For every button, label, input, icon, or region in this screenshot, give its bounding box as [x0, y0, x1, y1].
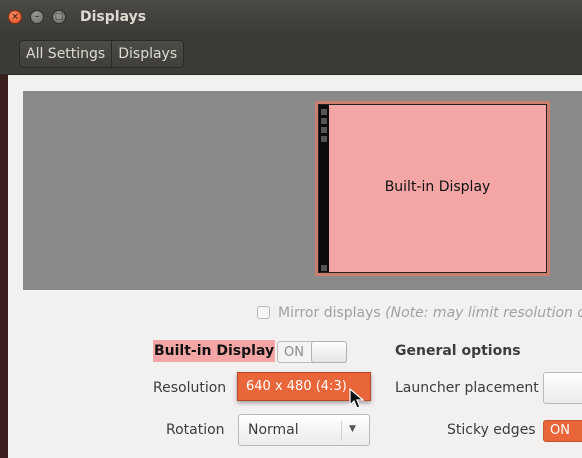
mirror-label-text: Mirror displays	[278, 305, 381, 321]
close-button[interactable]: ×	[8, 10, 22, 24]
maximize-icon: □	[54, 12, 64, 22]
switch-knob[interactable]	[311, 341, 347, 363]
left-window-edge	[0, 75, 8, 458]
rotation-value: Normal	[248, 422, 299, 438]
mouse-pointer-icon	[349, 388, 365, 409]
mirror-displays-label[interactable]: Mirror displays (Note: may limit resolut…	[278, 305, 582, 321]
monitor-screen: Built-in Display	[318, 104, 547, 273]
sticky-edges-switch[interactable]: ON	[543, 420, 582, 442]
display-name-label: Built-in Display	[153, 340, 276, 362]
general-options-heading: General options	[395, 343, 521, 359]
launcher-preview-icon	[321, 118, 327, 124]
launcher-preview-icon	[321, 265, 327, 271]
monitor-tile[interactable]: Built-in Display	[315, 101, 550, 276]
mirror-note: (Note: may limit resolution opt	[385, 305, 582, 321]
sticky-edges-label: Sticky edges	[447, 422, 536, 438]
displays-window: × – □ Displays All Settings Displays Bui…	[0, 0, 582, 458]
select-divider	[341, 421, 342, 441]
resolution-value: 640 x 480 (4:3)	[246, 379, 347, 394]
window-title: Displays	[80, 9, 147, 25]
launcher-preview-icon	[321, 136, 327, 142]
launcher-preview-icon	[321, 127, 327, 133]
rotation-select[interactable]: Normal ▼	[238, 414, 370, 446]
breadcrumb-displays[interactable]: Displays	[111, 41, 183, 67]
monitor-label: Built-in Display	[384, 179, 491, 195]
launcher-preview-icon	[321, 109, 327, 115]
launcher-placement-select[interactable]	[543, 372, 582, 404]
mirror-displays-checkbox[interactable]	[257, 306, 270, 319]
sticky-switch-state: ON	[550, 423, 570, 438]
toolbar: All Settings Displays	[0, 34, 582, 75]
minimize-button[interactable]: –	[30, 10, 44, 24]
close-icon: ×	[11, 12, 19, 22]
chevron-down-icon: ▼	[349, 424, 356, 434]
switch-state-label: ON	[284, 345, 304, 360]
rotation-label: Rotation	[166, 422, 225, 438]
breadcrumb: All Settings Displays	[19, 40, 185, 68]
display-power-switch[interactable]: ON	[277, 341, 347, 363]
breadcrumb-all-settings[interactable]: All Settings	[20, 41, 111, 67]
minimize-icon: –	[34, 12, 40, 22]
resolution-label: Resolution	[153, 380, 227, 396]
maximize-button[interactable]: □	[52, 10, 66, 24]
launcher-bar-preview	[319, 105, 329, 272]
title-bar[interactable]: × – □ Displays	[0, 0, 582, 34]
launcher-placement-label: Launcher placement	[395, 380, 539, 396]
